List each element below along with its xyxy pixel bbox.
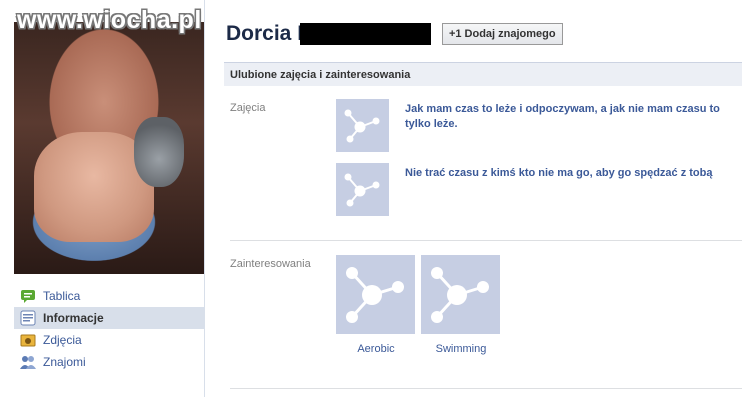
photo-pendant — [134, 117, 184, 187]
activity-2-text[interactable]: Nie trać czasu z kimś kto nie ma go, aby… — [405, 166, 745, 181]
nav-item-info[interactable]: Informacje — [14, 307, 204, 329]
interest-aerobic-image[interactable] — [336, 255, 415, 334]
interest-aerobic-label[interactable]: Aerobic — [336, 343, 416, 355]
profile-photo[interactable] — [14, 22, 204, 274]
activity-1-text[interactable]: Jak mam czas to leże i odpoczywam, a jak… — [405, 102, 745, 132]
add-friend-button[interactable]: +1 Dodaj znajomego — [442, 23, 563, 45]
watermark: www.wiocha.pl — [17, 6, 202, 34]
activities-label: Zajęcia — [230, 102, 266, 114]
nav-item-friends[interactable]: Znajomi — [14, 351, 204, 373]
friends-icon — [20, 354, 36, 370]
section-title: Ulubione zajęcia i zainteresowania — [224, 62, 742, 86]
info-icon — [20, 310, 36, 326]
nav-item-photos[interactable]: Zdjęcia — [14, 329, 204, 351]
placeholder-network-icon — [344, 109, 380, 143]
add-friend-label: Dodaj znajomego — [464, 28, 556, 40]
placeholder-network-icon — [344, 173, 380, 207]
interests-label: Zainteresowania — [230, 258, 311, 270]
add-friend-prefix: +1 — [449, 28, 462, 40]
nav-label-wall: Tablica — [43, 289, 81, 303]
nav-label-friends: Znajomi — [43, 355, 86, 369]
photos-icon — [20, 332, 36, 348]
activity-2-image[interactable] — [336, 163, 389, 216]
activity-1-image[interactable] — [336, 99, 389, 152]
interest-swimming-image[interactable] — [421, 255, 500, 334]
placeholder-network-icon — [346, 267, 404, 323]
nav-label-photos: Zdjęcia — [43, 333, 82, 347]
section-bottom-divider — [230, 388, 742, 389]
column-divider — [204, 0, 205, 397]
placeholder-network-icon — [431, 267, 489, 323]
nav-item-wall[interactable]: Tablica — [14, 285, 204, 307]
wall-icon — [20, 288, 36, 304]
redaction-bar — [300, 23, 431, 45]
nav-label-info: Informacje — [43, 311, 104, 325]
section-divider — [230, 240, 742, 241]
left-nav: Tablica Informacje Zdjęcia Znajomi — [14, 285, 204, 373]
interest-swimming-label[interactable]: Swimming — [421, 343, 501, 355]
